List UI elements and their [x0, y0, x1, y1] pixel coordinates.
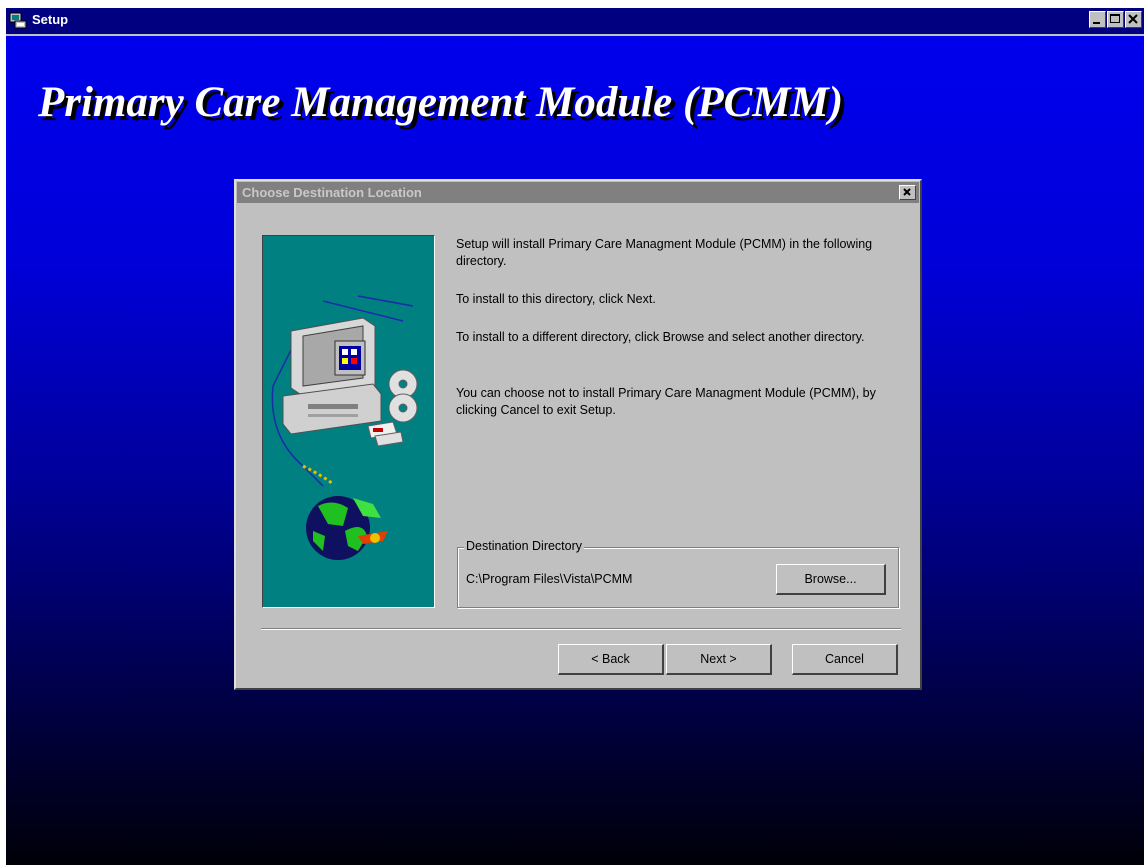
browse-instruction-text: To install to a different directory, cli… [456, 330, 865, 344]
intro-text: Setup will install Primary Care Managmen… [456, 237, 873, 268]
setup-app-icon [9, 12, 27, 29]
cancel-button[interactable]: Cancel [792, 644, 898, 675]
computer-illustration [271, 295, 418, 560]
product-banner: Primary Care Management Module (PCMM) [38, 79, 844, 126]
globe-illustration [306, 496, 388, 560]
dialog-close-button[interactable] [899, 185, 916, 200]
screen: Setup Primary Care Management Module (PC… [0, 0, 1144, 865]
setup-titlebar[interactable]: Setup [6, 8, 1144, 36]
close-icon [1128, 14, 1138, 24]
cancel-instruction-text: You can choose not to install Primary Ca… [456, 386, 876, 417]
destination-group-label: Destination Directory [464, 539, 585, 553]
back-button[interactable]: < Back [558, 644, 664, 675]
browse-button-label: Browse... [804, 572, 857, 586]
browse-button[interactable]: Browse... [776, 564, 886, 595]
setup-illustration-panel [262, 235, 435, 608]
close-icon [903, 188, 911, 196]
minimize-icon [1093, 22, 1100, 24]
next-instruction-text: To install to this directory, click Next… [456, 292, 656, 306]
dialog-titlebar[interactable]: Choose Destination Location [237, 182, 919, 203]
minimize-button[interactable] [1089, 11, 1106, 28]
close-button[interactable] [1125, 11, 1142, 28]
destination-directory-group: Destination Directory C:\Program Files\V… [457, 539, 899, 608]
choose-destination-dialog: Choose Destination Location Setup will i… [234, 179, 922, 690]
dialog-separator [261, 628, 901, 630]
maximize-icon [1110, 14, 1120, 23]
next-button-label: Next > [700, 652, 737, 666]
window-controls [1089, 11, 1142, 28]
maximize-button[interactable] [1107, 11, 1124, 28]
next-button[interactable]: Next > [666, 644, 772, 675]
setup-title: Setup [32, 12, 69, 27]
back-button-label: < Back [591, 652, 630, 666]
cancel-button-label: Cancel [825, 652, 864, 666]
destination-path: C:\Program Files\Vista\PCMM [466, 572, 633, 586]
dialog-title: Choose Destination Location [242, 185, 422, 200]
